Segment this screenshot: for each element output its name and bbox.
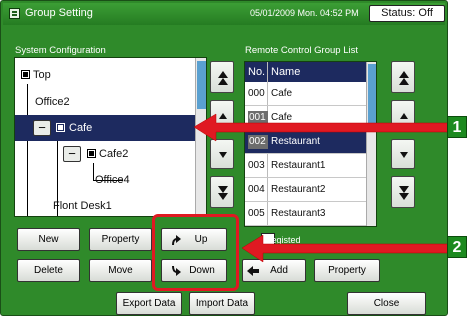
callout-1-arrow <box>193 113 449 142</box>
callout-2-badge: 2 <box>447 236 467 258</box>
callout-1-badge: 1 <box>447 116 467 138</box>
annotation-arrows <box>193 113 449 263</box>
callout-2-arrow <box>241 234 449 263</box>
